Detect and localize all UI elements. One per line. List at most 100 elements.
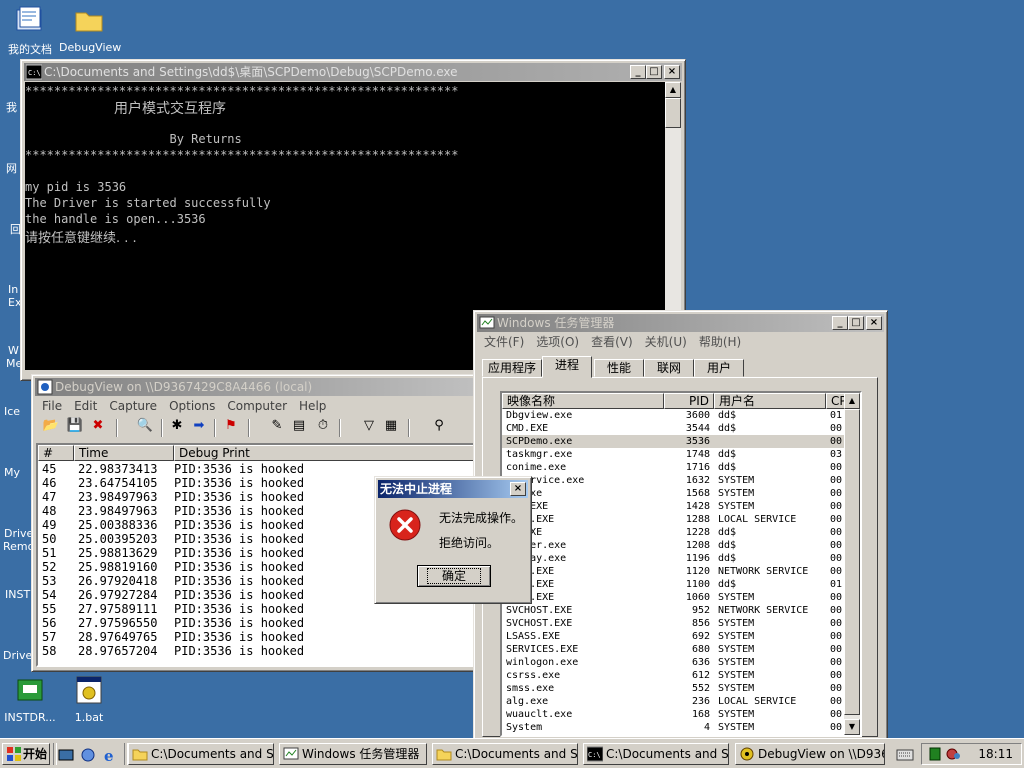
process-row[interactable]: SVCHOST.EXE 952 NETWORK SERVICE 00 — [502, 604, 844, 617]
process-row[interactable]: HOST.EXE1060SYSTEM00 — [502, 591, 844, 604]
close-button[interactable]: × — [664, 65, 680, 79]
network-icon[interactable] — [928, 747, 942, 761]
ok-button[interactable]: 确定 — [417, 565, 491, 587]
process-row[interactable]: reService.exe 1632 SYSTEM 00 — [502, 474, 844, 487]
column-header-pid[interactable]: PID — [664, 393, 714, 409]
process-row[interactable]: SCPDemo.exe 3536 00 — [502, 435, 844, 448]
column-header-time[interactable]: Time — [74, 445, 174, 461]
process-row[interactable]: csrss.exe 612 SYSTEM 00 — [502, 669, 844, 682]
process-list-scrollbar[interactable]: ▲ ▼ — [844, 393, 860, 735]
maximize-button[interactable]: □ — [848, 316, 864, 330]
clock-icon[interactable]: ⏱ — [314, 417, 332, 435]
process-row[interactable]: HOST.EXE1120NETWORK SERVICE00 — [502, 565, 844, 578]
process-row[interactable]: LSV.EXE1428SYSTEM00 — [502, 500, 844, 513]
desktop-icon-instdr[interactable]: INSTDR... — [0, 674, 60, 724]
taskbar-button-taskmgr[interactable]: Windows 任务管理器 — [279, 743, 427, 765]
security-alert-icon[interactable] — [946, 747, 962, 761]
internet-explorer-icon[interactable]: e — [103, 747, 119, 765]
process-row[interactable]: vc.exe1568SYSTEM00 — [502, 487, 844, 500]
process-row[interactable]: ON.EXE1228dd$00 — [502, 526, 844, 539]
scroll-down-button[interactable]: ▼ — [844, 719, 860, 735]
process-row[interactable]: System 4 SYSTEM 00 — [502, 721, 844, 734]
find-icon[interactable]: 🔍 — [136, 417, 154, 435]
process-row[interactable]: Dbgview.exe 3600 dd$ 01 — [502, 409, 844, 422]
properties-icon[interactable]: ▦ — [382, 417, 400, 435]
desktop-icon-my-documents[interactable]: 我的文档 — [0, 4, 60, 57]
taskbar-button-explorer-1[interactable]: C:\Documents and Set... — [128, 743, 274, 765]
minimize-button[interactable]: _ — [832, 316, 848, 330]
process-row[interactable]: taskmgr.exe 1748 dd$ 03 — [502, 448, 844, 461]
process-row[interactable]: alg.exe 236 LOCAL SERVICE 00 — [502, 695, 844, 708]
process-row[interactable]: CMD.EXE 3544 dd$ 00 — [502, 422, 844, 435]
column-header-number[interactable]: # — [38, 445, 74, 461]
process-row[interactable]: SERVICES.EXE 680 SYSTEM 00 — [502, 643, 844, 656]
taskmgr-titlebar[interactable]: Windows 任务管理器 _ □ × — [477, 314, 884, 332]
close-button[interactable]: × — [866, 316, 882, 330]
menu-shutdown[interactable]: 关机(U) — [639, 333, 693, 351]
highlight-icon[interactable]: ▽ — [360, 417, 378, 435]
menu-computer[interactable]: Computer — [221, 397, 293, 415]
console-titlebar[interactable]: C:\ C:\Documents and Settings\dd$\桌面\SCP… — [24, 63, 682, 81]
scroll-thumb[interactable] — [665, 98, 681, 128]
maximize-button[interactable]: □ — [646, 65, 662, 79]
close-button[interactable]: × — [510, 482, 526, 496]
column-header-cpu[interactable]: CP — [826, 393, 846, 409]
process-row[interactable]: ORER.EXE1100dd$01 — [502, 578, 844, 591]
tab-processes[interactable]: 进程 — [542, 356, 592, 378]
process-row[interactable]: conime.exe 1716 dd$ 00 — [502, 461, 844, 474]
capture-icon[interactable]: ✱ — [168, 417, 186, 435]
table-row[interactable]: 57 28.97649765 PID:3536 is hooked — [38, 630, 474, 644]
tab-performance[interactable]: 性能 — [594, 359, 644, 377]
debugview-titlebar[interactable]: DebugView on \\D9367429C8A4466 (local) — [35, 378, 477, 396]
process-row[interactable]: HOST.EXE1288LOCAL SERVICE00 — [502, 513, 844, 526]
keyboard-icon[interactable] — [896, 748, 914, 762]
save-icon[interactable]: 💾 — [66, 417, 84, 435]
table-row[interactable]: 56 27.97596550 PID:3536 is hooked — [38, 616, 474, 630]
desktop-icon-bat[interactable]: 1.bat — [59, 674, 119, 724]
menu-options[interactable]: 选项(O) — [530, 333, 585, 351]
tab-users[interactable]: 用户 — [694, 359, 744, 377]
table-row[interactable]: 55 27.97589111 PID:3536 is hooked — [38, 602, 474, 616]
tab-applications[interactable]: 应用程序 — [482, 359, 542, 377]
taskmgr-window[interactable]: Windows 任务管理器 _ □ × 文件(F) 选项(O) 查看(V) 关机(U) 帮助… — [473, 310, 888, 742]
column-header-debug-print[interactable]: Debug Print — [174, 445, 474, 461]
process-row[interactable]: reTray.exe 1196 dd$ 00 — [502, 552, 844, 565]
menu-edit[interactable]: Edit — [68, 397, 103, 415]
process-row[interactable]: smss.exe 552 SYSTEM 00 — [502, 682, 844, 695]
log-icon[interactable]: ▤ — [290, 417, 308, 435]
process-row[interactable]: wuauclt.exe 168 SYSTEM 00 — [502, 708, 844, 721]
menu-file[interactable]: File — [36, 397, 68, 415]
table-row[interactable]: 58 28.97657204 PID:3536 is hooked — [38, 644, 474, 658]
show-desktop-icon[interactable] — [58, 747, 74, 763]
table-row[interactable]: 45 22.98373413 PID:3536 is hooked — [38, 462, 474, 476]
menu-file[interactable]: 文件(F) — [478, 333, 530, 351]
error-dialog[interactable]: 无法中止进程 × 无法完成操作。 拒绝访问。 确定 — [374, 476, 532, 604]
taskbar-button-explorer-2[interactable]: C:\Documents and Set... — [432, 743, 578, 765]
minimize-button[interactable]: _ — [630, 65, 646, 79]
column-header-username[interactable]: 用户名 — [714, 393, 826, 409]
dialog-titlebar[interactable]: 无法中止进程 × — [378, 480, 528, 498]
process-row[interactable]: reUser.exe 1208 dd$ 00 — [502, 539, 844, 552]
process-row[interactable]: winlogon.exe 636 SYSTEM 00 — [502, 656, 844, 669]
taskbar-button-console[interactable]: C:\ C:\Documents and Set... — [583, 743, 729, 765]
ie-settings-icon[interactable] — [80, 747, 96, 763]
process-row[interactable]: SVCHOST.EXE 856 SYSTEM 00 — [502, 617, 844, 630]
desktop-icon-debugview[interactable]: DebugView — [59, 4, 121, 54]
autoscroll-icon[interactable]: ➡ — [190, 417, 208, 435]
menu-help[interactable]: 帮助(H) — [693, 333, 747, 351]
open-icon[interactable]: 📂 — [42, 417, 60, 435]
history-icon[interactable]: ✎ — [268, 417, 286, 435]
menu-capture[interactable]: Capture — [103, 397, 163, 415]
tab-networking[interactable]: 联网 — [644, 359, 694, 377]
menu-options[interactable]: Options — [163, 397, 221, 415]
binoculars-icon[interactable]: ⚲ — [430, 417, 448, 435]
process-list[interactable]: 映像名称 PID 用户名 CP Dbgview.exe 3600 dd$ 01 CMD.… — [500, 391, 862, 737]
menu-view[interactable]: 查看(V) — [585, 333, 639, 351]
column-header-image-name[interactable]: 映像名称 — [502, 393, 664, 409]
clear-icon[interactable]: ✖ — [89, 417, 107, 435]
process-row[interactable]: LSASS.EXE 692 SYSTEM 00 — [502, 630, 844, 643]
scroll-up-button[interactable]: ▲ — [665, 82, 681, 98]
scroll-up-button[interactable]: ▲ — [844, 393, 860, 409]
scroll-thumb[interactable] — [844, 409, 860, 715]
menu-help[interactable]: Help — [293, 397, 332, 415]
